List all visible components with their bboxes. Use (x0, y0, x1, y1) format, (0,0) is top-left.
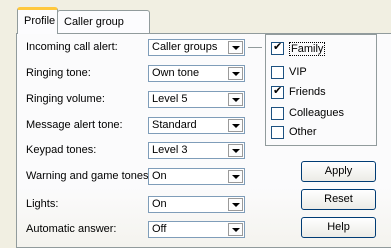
ringing-volume-select[interactable]: Level 5 (148, 91, 245, 108)
checkbox-box[interactable]: ✔ (271, 41, 284, 55)
lights-value: On (152, 198, 167, 210)
tab-caller-group[interactable]: Caller group (57, 10, 150, 33)
lights-select[interactable]: On (148, 196, 245, 213)
automatic-answer-value: Off (152, 223, 167, 235)
reset-button[interactable]: Reset (301, 189, 376, 210)
warning-game-tones-select[interactable]: On (148, 168, 245, 185)
incoming-call-alert-label: Incoming call alert: (26, 41, 118, 53)
checkmark-icon: ✔ (273, 85, 283, 97)
tab-caller-group-label: Caller group (64, 16, 124, 28)
checkbox-box[interactable] (271, 66, 284, 79)
lights-label: Lights: (26, 198, 59, 210)
checkbox-family-label: Family (289, 42, 326, 56)
ringing-tone-label: Ringing tone: (26, 67, 91, 79)
incoming-call-alert-select[interactable]: Caller groups (148, 39, 245, 56)
checkmark-icon: ✔ (273, 41, 283, 53)
checkbox-box[interactable] (271, 126, 284, 139)
chevron-down-icon[interactable] (228, 119, 243, 132)
ringing-tone-value: Own tone (152, 67, 200, 79)
message-alert-tone-select[interactable]: Standard (148, 117, 245, 134)
group-connector-line (248, 47, 262, 48)
checkbox-box[interactable] (271, 107, 284, 120)
automatic-answer-select[interactable]: Off (148, 221, 245, 238)
tab-profile[interactable]: Profile (17, 7, 58, 34)
ringing-tone-select[interactable]: Own tone (148, 65, 245, 82)
message-alert-tone-label: Message alert tone: (26, 119, 123, 131)
warning-game-tones-label: Warning and game tones: (26, 170, 152, 182)
keypad-tones-value: Level 3 (152, 144, 188, 156)
chevron-down-icon[interactable] (228, 223, 243, 236)
message-alert-tone-value: Standard (152, 119, 197, 131)
chevron-down-icon[interactable] (228, 67, 243, 80)
chevron-down-icon[interactable] (228, 41, 243, 54)
checkbox-vip-label: VIP (289, 66, 307, 78)
checkbox-box[interactable]: ✔ (271, 85, 284, 99)
tab-profile-label: Profile (24, 15, 56, 27)
ringing-volume-label: Ringing volume: (26, 93, 105, 105)
keypad-tones-select[interactable]: Level 3 (148, 142, 245, 159)
keypad-tones-label: Keypad tones: (26, 144, 97, 156)
checkbox-friends-label: Friends (289, 86, 326, 98)
chevron-down-icon[interactable] (228, 144, 243, 157)
incoming-call-alert-value: Caller groups (152, 41, 218, 53)
warning-game-tones-value: On (152, 170, 167, 182)
apply-button[interactable]: Apply (301, 161, 376, 182)
automatic-answer-label: Automatic answer: (26, 223, 117, 235)
help-button[interactable]: Help (301, 217, 376, 238)
checkbox-other-label: Other (289, 126, 317, 138)
chevron-down-icon[interactable] (228, 93, 243, 106)
checkbox-colleagues-label: Colleagues (289, 107, 345, 119)
chevron-down-icon[interactable] (228, 198, 243, 211)
chevron-down-icon[interactable] (228, 170, 243, 183)
ringing-volume-value: Level 5 (152, 93, 188, 105)
